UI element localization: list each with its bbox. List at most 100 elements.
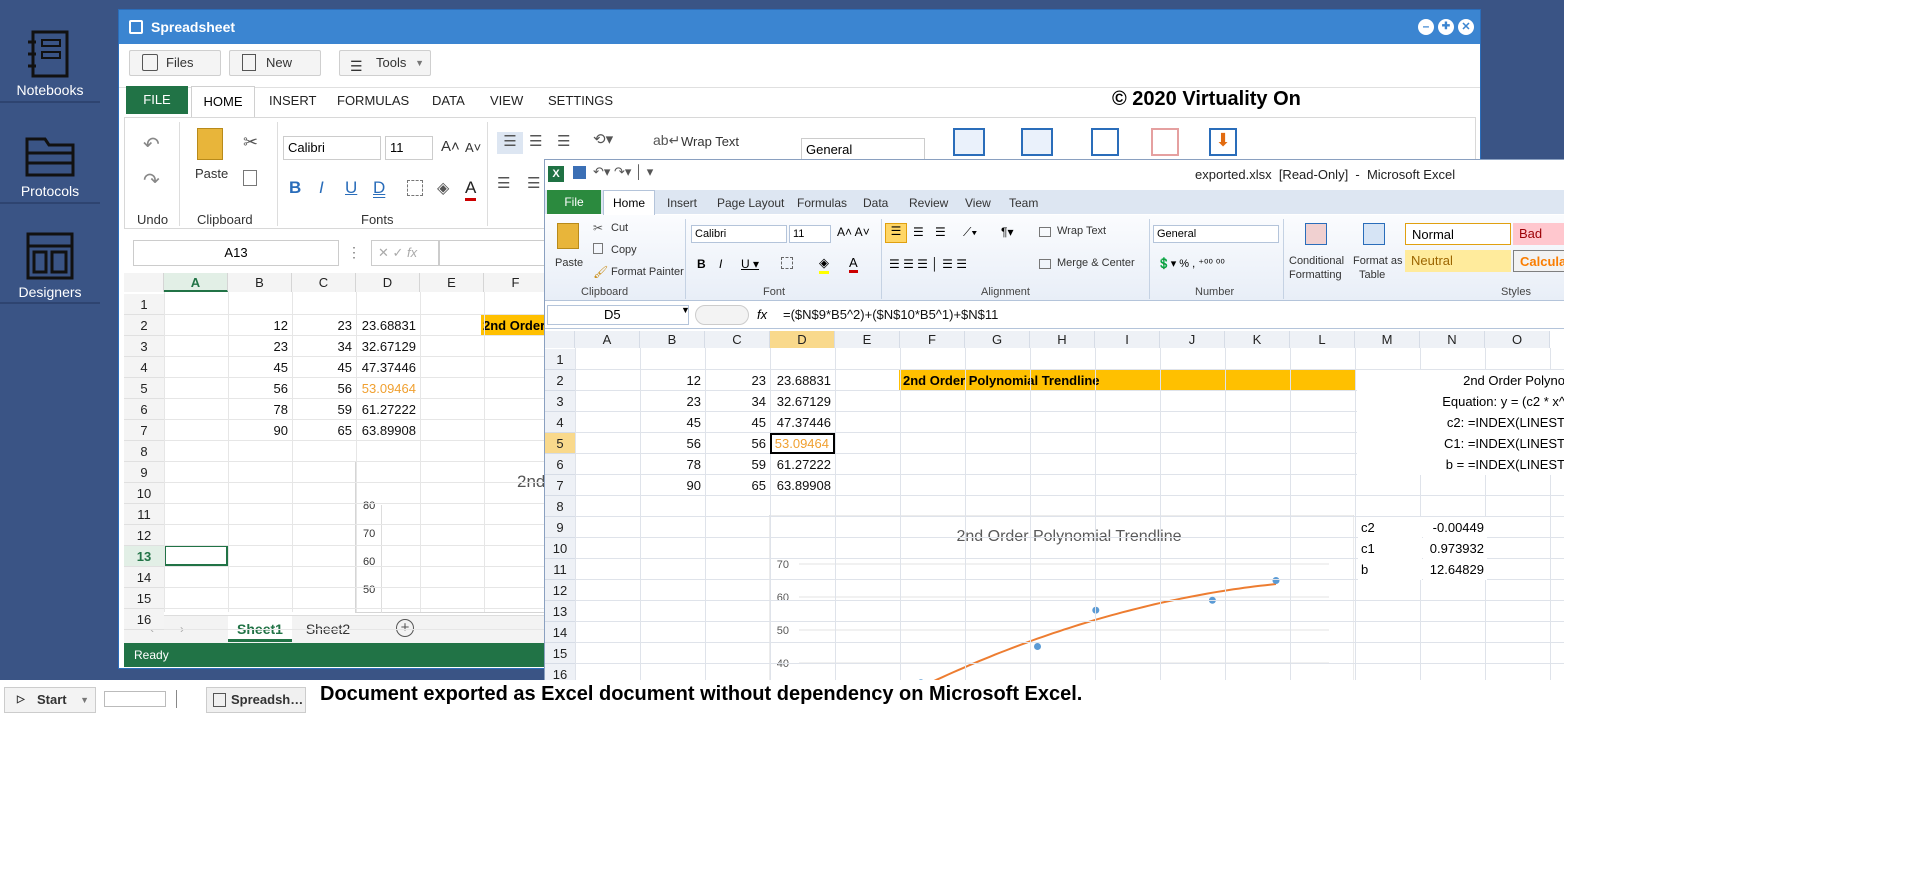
data-cell[interactable]: 56: [228, 378, 292, 399]
cut-icon[interactable]: ✂: [593, 221, 603, 235]
data-cell[interactable]: 23: [228, 336, 292, 357]
column-header[interactable]: J: [1160, 331, 1225, 348]
data-cell[interactable]: 23.68831: [770, 370, 835, 391]
data-cell[interactable]: 23.68831: [356, 315, 420, 336]
row-header[interactable]: 4: [545, 412, 575, 433]
increase-font-icon[interactable]: A˄: [441, 138, 460, 155]
data-cell[interactable]: 32.67129: [356, 336, 420, 357]
increase-font-icon[interactable]: A˄ A˅: [837, 225, 870, 239]
bold-icon[interactable]: B: [289, 178, 301, 198]
f2-header-cell[interactable]: 2nd Order: [481, 315, 545, 336]
coeff-value-cell[interactable]: -0.00449: [1423, 517, 1487, 538]
row-header[interactable]: 14: [545, 622, 575, 643]
note-cell[interactable]: c2: =INDEX(LINEST: [1357, 412, 1564, 433]
wrap-text-icon[interactable]: ab↵: [653, 132, 680, 149]
data-cell[interactable]: 32.67129: [770, 391, 835, 412]
row-header[interactable]: 11: [545, 559, 575, 580]
data-cell[interactable]: 59: [705, 454, 770, 475]
data-cell[interactable]: 63.89908: [356, 420, 420, 441]
align-left-icon[interactable]: ☰: [497, 132, 523, 154]
font-name-select[interactable]: Calibri: [283, 136, 381, 160]
data-cell[interactable]: 12: [640, 370, 705, 391]
cut-icon[interactable]: ✂: [243, 132, 258, 153]
data-cell[interactable]: 12: [228, 315, 292, 336]
double-underline-icon[interactable]: D: [373, 178, 385, 198]
excel-tab-home[interactable]: Home: [603, 190, 655, 216]
font-size-select[interactable]: 11: [385, 136, 433, 160]
data-cell[interactable]: 53.09464: [356, 378, 420, 399]
wrap-text-label[interactable]: Wrap Text: [1057, 225, 1106, 237]
row-header[interactable]: 6: [545, 454, 575, 475]
name-box[interactable]: A13: [133, 240, 339, 266]
column-header[interactable]: F: [484, 273, 548, 292]
underline-icon[interactable]: U: [345, 178, 357, 198]
data-cell[interactable]: 47.37446: [356, 357, 420, 378]
tab-formulas[interactable]: FORMULAS: [337, 86, 409, 116]
row-header[interactable]: 15: [545, 643, 575, 664]
format-painter-icon[interactable]: 🖌: [593, 265, 608, 279]
fill-color-icon[interactable]: ◈: [437, 178, 449, 198]
column-header[interactable]: M: [1355, 331, 1420, 348]
coeff-name-cell[interactable]: c2: [1358, 517, 1422, 538]
coeff-value-cell[interactable]: 0.973932: [1423, 538, 1487, 559]
currency-icon[interactable]: 💲▾ % , ⁺⁰⁰ ⁰⁰: [1157, 257, 1225, 270]
paste-label[interactable]: Paste: [555, 257, 583, 269]
coeff-value-cell[interactable]: 12.64829: [1423, 559, 1487, 580]
borders-icon[interactable]: [781, 257, 793, 269]
font-name-select[interactable]: Calibri: [691, 225, 787, 243]
wrap-text-label[interactable]: Wrap Text: [681, 134, 739, 149]
font-color-icon[interactable]: A: [465, 178, 477, 201]
data-cell[interactable]: 63.89908: [770, 475, 835, 496]
column-header[interactable]: K: [1225, 331, 1290, 348]
font-size-select[interactable]: 11: [789, 225, 831, 243]
column-header[interactable]: L: [1290, 331, 1355, 348]
format-as-table-icon[interactable]: [1363, 223, 1385, 245]
outdent-icon[interactable]: ☰: [527, 174, 540, 192]
row-header[interactable]: 5: [545, 433, 575, 454]
data-cell[interactable]: 90: [640, 475, 705, 496]
excel-tab-data[interactable]: Data: [863, 196, 888, 210]
data-cell[interactable]: 45: [292, 357, 356, 378]
data-cell[interactable]: 56: [292, 378, 356, 399]
row-header[interactable]: 9: [545, 517, 575, 538]
row-header[interactable]: 15: [124, 588, 164, 609]
note-cell[interactable]: Equation: y = (c2 * x^: [1357, 391, 1564, 412]
excel-tab-insert[interactable]: Insert: [667, 196, 697, 210]
data-cell[interactable]: 59: [292, 399, 356, 420]
row-header[interactable]: 1: [545, 349, 575, 370]
column-header[interactable]: I: [1095, 331, 1160, 348]
data-cell[interactable]: 45: [705, 412, 770, 433]
undo-icon[interactable]: ↶▾ ↷▾ │ ▾: [593, 164, 653, 180]
formula-expand-handle[interactable]: [695, 305, 749, 325]
column-header[interactable]: B: [640, 331, 705, 348]
chevron-down-icon[interactable]: ▼: [681, 305, 690, 315]
paste-icon[interactable]: [557, 223, 579, 249]
copy-icon[interactable]: [593, 243, 603, 254]
excel-tab-page-layout[interactable]: Page Layout: [717, 196, 784, 210]
active-cell-a13[interactable]: [164, 545, 228, 566]
decrease-font-icon[interactable]: A˅: [465, 140, 481, 155]
align-middle-icon[interactable]: ☰: [913, 225, 924, 239]
orientation-icon[interactable]: ⟋▾: [963, 225, 977, 240]
data-cell[interactable]: 78: [640, 454, 705, 475]
column-header[interactable]: C: [705, 331, 770, 348]
rtl-icon[interactable]: ¶▾: [1001, 225, 1013, 239]
more-icon[interactable]: ⋮: [347, 244, 361, 261]
row-header[interactable]: 12: [545, 580, 575, 601]
data-cell[interactable]: 53.09464: [770, 433, 835, 454]
formula-input[interactable]: =($N$9*B5^2)+($N$10*B5^1)+$N$11: [783, 307, 998, 322]
column-header[interactable]: A: [164, 273, 228, 292]
row-header[interactable]: 3: [124, 336, 164, 357]
row-header[interactable]: 10: [124, 483, 164, 504]
column-header[interactable]: F: [900, 331, 965, 348]
row-header[interactable]: 3: [545, 391, 575, 412]
cell-styles-icon[interactable]: [1091, 128, 1119, 156]
row-header[interactable]: 9: [124, 462, 164, 483]
row-header[interactable]: 6: [124, 399, 164, 420]
select-all[interactable]: [124, 273, 164, 292]
save-icon[interactable]: [573, 166, 586, 179]
align-left-icon[interactable]: ☰ ☰ ☰ │ ☰ ☰: [889, 257, 967, 271]
sidebar-item-notebooks[interactable]: Notebooks: [0, 10, 100, 108]
style-calculation[interactable]: Calculat: [1513, 250, 1564, 272]
note-cell[interactable]: C1: =INDEX(LINEST: [1357, 433, 1564, 454]
